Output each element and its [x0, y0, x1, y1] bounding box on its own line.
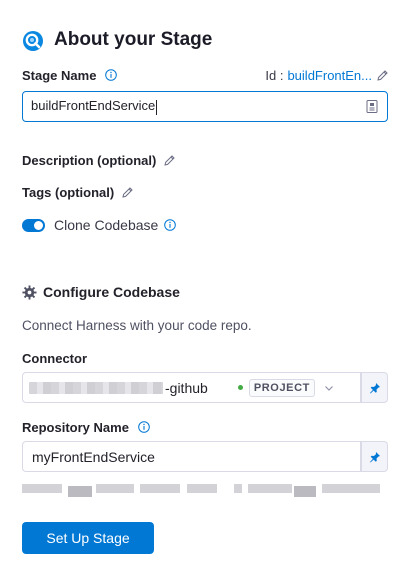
info-icon[interactable] [137, 421, 150, 433]
document-icon[interactable] [365, 99, 379, 114]
configure-codebase-heading: Configure Codebase [22, 284, 180, 300]
stage-logo-icon [23, 31, 43, 51]
pin-icon [369, 382, 380, 393]
connector-label: Connector [22, 351, 87, 366]
repository-name-value: myFrontEndService [32, 448, 155, 465]
chevron-down-icon[interactable] [323, 382, 335, 394]
connector-name-suffix: -github [165, 379, 208, 396]
tags-row[interactable]: Tags (optional) [22, 185, 134, 200]
stage-id-value: buildFrontEn... [287, 68, 372, 83]
info-icon[interactable] [164, 219, 177, 231]
page-title: About your Stage [54, 29, 213, 50]
gear-icon [22, 284, 37, 300]
stage-id-label: Id : [265, 68, 284, 83]
stage-id: Id : buildFrontEn... [265, 68, 389, 83]
clone-codebase-toggle[interactable] [22, 218, 45, 232]
edit-tags-icon[interactable] [121, 186, 134, 199]
edit-id-icon[interactable] [376, 69, 389, 82]
redacted-repository-url [22, 482, 380, 497]
connector-select[interactable]: -github PROJECT [22, 372, 361, 403]
repository-name-input[interactable]: myFrontEndService [22, 441, 361, 472]
stage-name-input[interactable]: buildFrontEndService [22, 91, 388, 122]
stage-name-value: buildFrontEndService [31, 98, 156, 114]
set-up-stage-button[interactable]: Set Up Stage [22, 522, 154, 554]
stage-name-label: Stage Name [22, 68, 117, 83]
configure-codebase-subtitle: Connect Harness with your code repo. [22, 318, 252, 333]
stage-name-label-text: Stage Name [22, 68, 97, 83]
repository-name-label-text: Repository Name [22, 420, 129, 435]
tags-label: Tags (optional) [22, 185, 115, 200]
repository-pin-button[interactable] [361, 441, 388, 472]
connector-scope-badge: PROJECT [248, 378, 315, 397]
clone-codebase-row: Clone Codebase [22, 217, 177, 233]
info-icon[interactable] [105, 69, 117, 81]
connector-pin-button[interactable] [361, 372, 388, 403]
configure-codebase-title: Configure Codebase [43, 284, 180, 300]
redacted-connector-name [29, 381, 163, 394]
edit-description-icon[interactable] [163, 154, 176, 167]
pin-icon [369, 451, 380, 462]
clone-codebase-label: Clone Codebase [54, 217, 159, 233]
connector-status-dot [237, 385, 243, 390]
description-label: Description (optional) [22, 153, 157, 168]
description-row[interactable]: Description (optional) [22, 153, 176, 168]
repository-name-label: Repository Name [22, 420, 150, 435]
text-caret [156, 99, 158, 115]
